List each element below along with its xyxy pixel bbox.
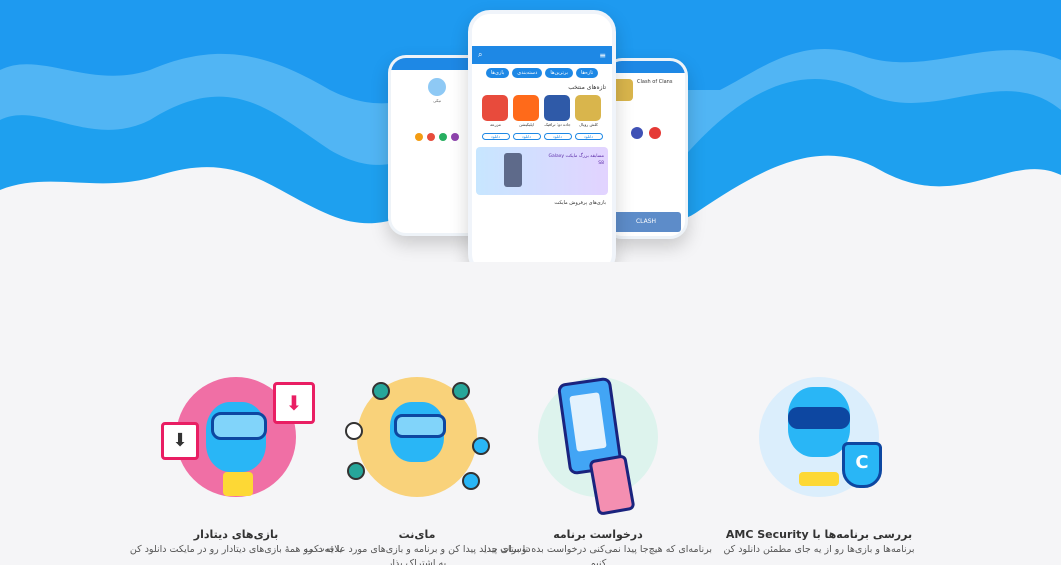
tabs: بازی‌ها دسته‌بندی برترین‌ها تازه‌ها [472,64,612,82]
tab-games[interactable]: بازی‌ها [485,68,510,78]
network-character-icon [342,372,492,522]
phone-device-icon [504,153,522,187]
tab-top[interactable]: برترین‌ها [545,68,573,78]
phone-request-icon [523,372,673,522]
app-card[interactable]: اپلیکیشن دانلود [512,95,541,140]
app-title: Clash of Clans [637,79,673,85]
app-icon [512,95,539,121]
feature-title: درخواست برنامه [553,528,643,541]
download-button[interactable]: دانلود [481,133,510,140]
section-title: تازه‌های منتخب [568,84,606,91]
status-area [472,14,612,46]
app-card[interactable]: مزرعه دانلود [481,95,510,140]
app-card[interactable]: کلش رویال دانلود [574,95,603,140]
menu-icon[interactable]: ≡ [599,51,606,60]
tab-categories[interactable]: دسته‌بندی [512,68,543,78]
app-list: مزرعه دانلود اپلیکیشن دانلود جاده دو: تر… [472,93,612,142]
feature-amc-security: C بررسی برنامه‌ها با AMC Security برنامه… [704,372,934,565]
promo-banner[interactable]: مسابقه بزرگ مایکت Galaxy S8 [476,147,608,195]
download-button[interactable]: دانلود [543,133,572,140]
app-icon [481,95,508,121]
search-icon[interactable]: ⌕ [478,50,482,60]
app-toolbar: ⌕ ≡ [472,46,612,64]
feature-app-request: درخواست برنامه برنامه‌ای که هیچ‌جا پیدا … [483,372,713,565]
security-shield-character-icon: C [744,372,894,522]
right-phone-mockup: Clash of Clans CLASH [604,58,688,239]
avatar [428,78,446,96]
download-button[interactable]: دانلود [574,133,603,140]
section-title-bestsellers: بازی‌های پرفروش مایکت [554,200,606,206]
app-icon [574,95,601,121]
download-character-icon: ⬇ ⬇ [161,372,315,522]
main-phone-mockup: ⌕ ≡ بازی‌ها دسته‌بندی برترین‌ها تازه‌ها … [468,10,616,262]
download-button[interactable]: دانلود [512,133,541,140]
app-card[interactable]: جاده دو: ترافیک دانلود [543,95,572,140]
feature-title: بررسی برنامه‌ها با AMC Security [725,528,913,541]
clash-banner: CLASH [611,212,681,232]
tab-new[interactable]: تازه‌ها [576,68,599,78]
hero-banner: نیکی Clash of Clans CLASH ⌕ ≡ بازی‌ها دس… [0,0,1061,262]
app-icon [543,95,570,121]
